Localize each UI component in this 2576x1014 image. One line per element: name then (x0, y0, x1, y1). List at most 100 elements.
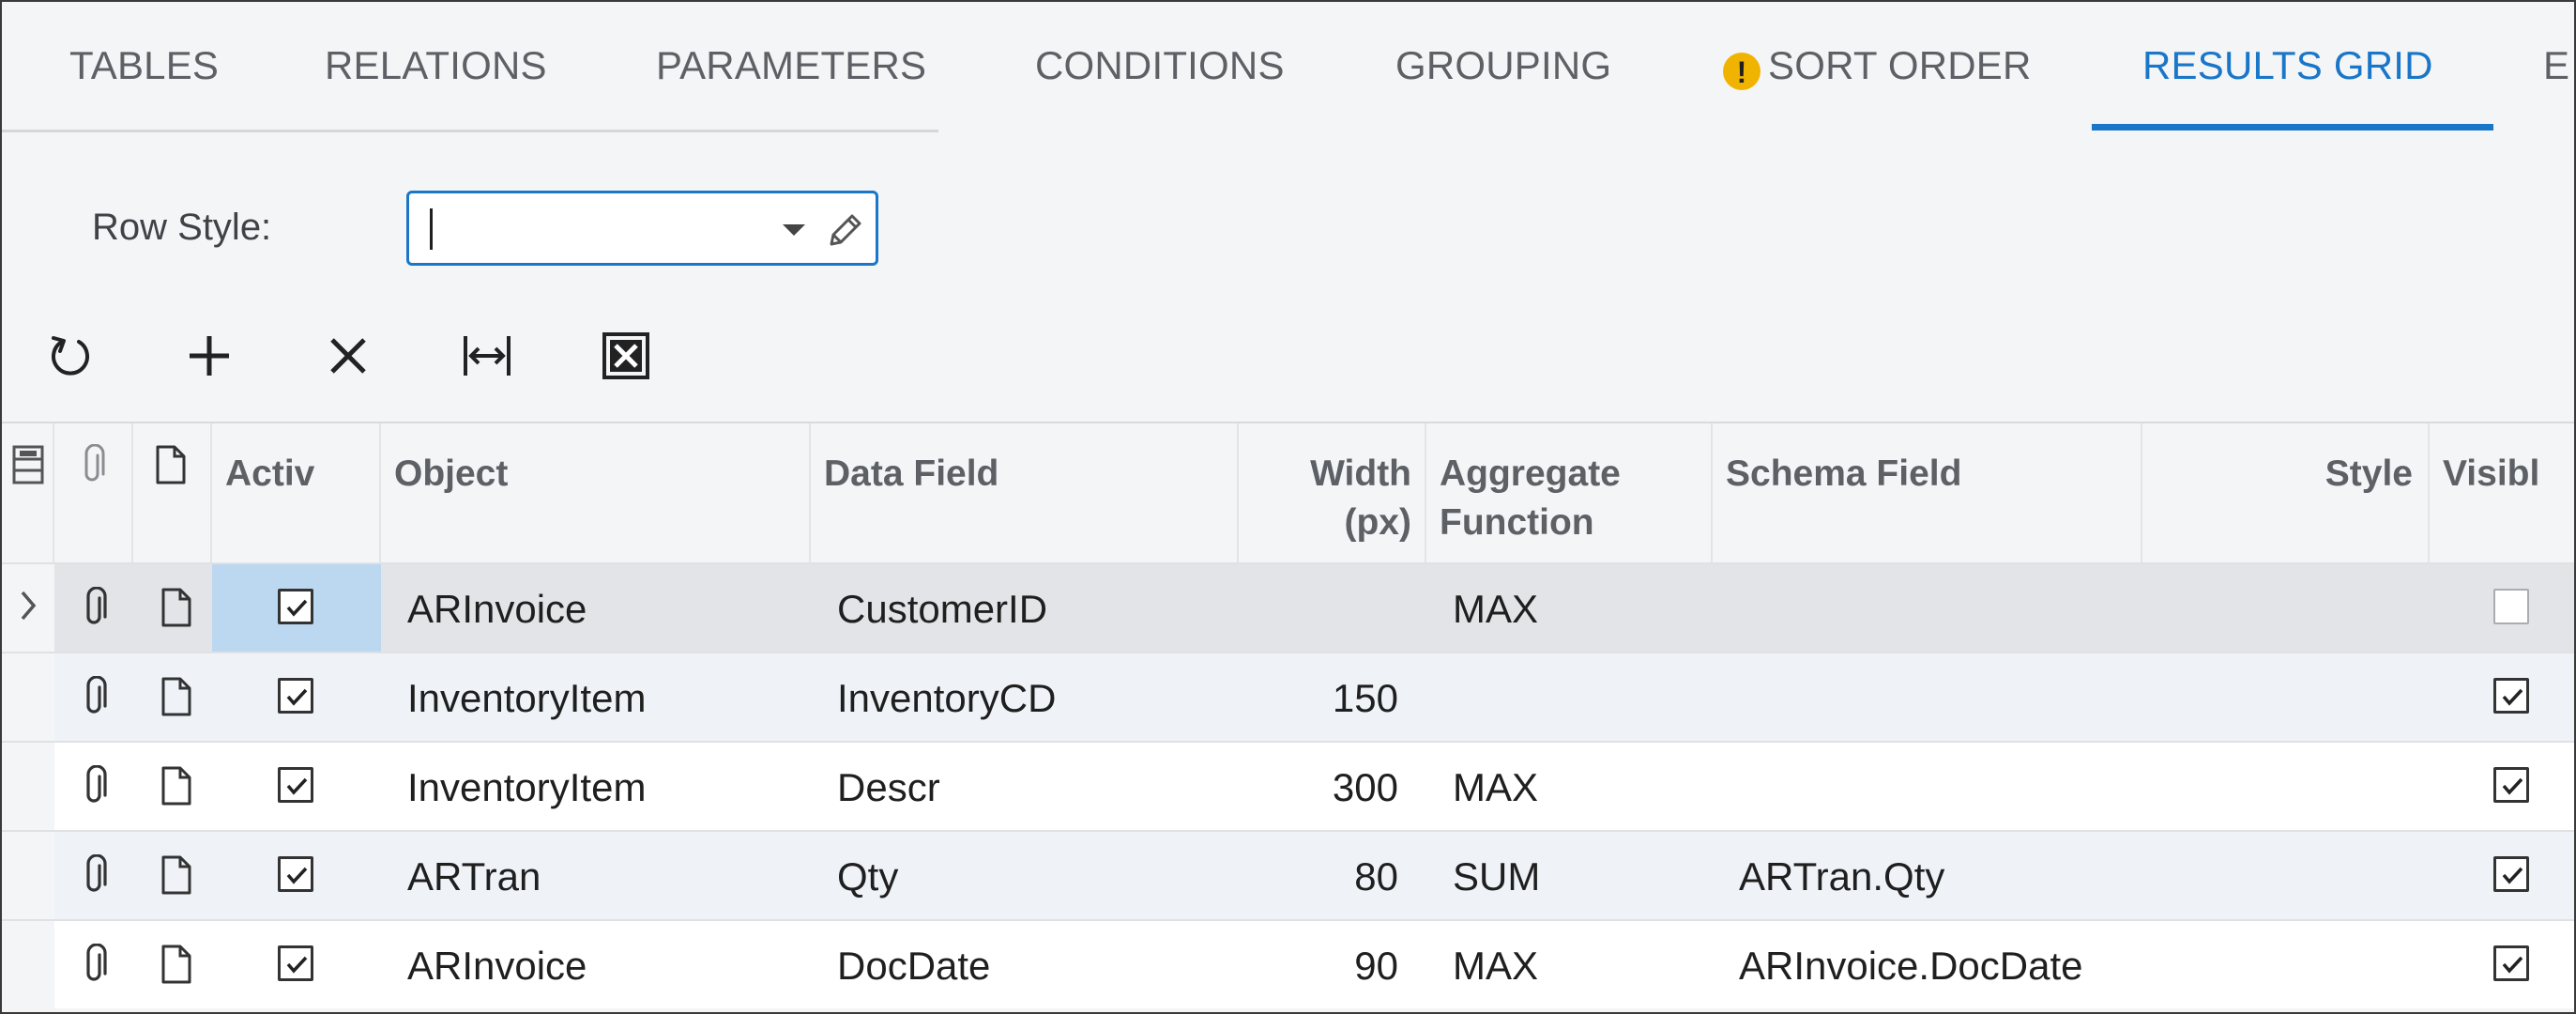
visible-checkbox[interactable] (2493, 856, 2529, 892)
width-cell[interactable]: 150 (1239, 653, 1426, 741)
header-style[interactable]: Style (2142, 423, 2430, 564)
style-cell[interactable] (2142, 921, 2430, 1008)
data-field-cell[interactable]: Qty (811, 832, 1239, 919)
data-field-cell[interactable]: DocDate (811, 921, 1239, 1008)
object-cell[interactable]: ARInvoice (381, 921, 811, 1008)
table-row[interactable]: ARInvoice CustomerID MAX (2, 562, 2574, 652)
style-cell[interactable] (2142, 743, 2430, 830)
row-style-input[interactable] (406, 191, 878, 266)
row-selector[interactable] (2, 743, 54, 830)
table-row[interactable]: InventoryItem InventoryCD 150 (2, 652, 2574, 741)
tab-parameters[interactable]: PARAMETERS (656, 43, 926, 88)
active-checkbox[interactable] (278, 678, 313, 714)
chevron-down-icon[interactable] (783, 224, 805, 236)
active-cell[interactable] (212, 921, 381, 1008)
object-cell[interactable]: ARInvoice (381, 564, 811, 652)
tab-relations[interactable]: RELATIONS (325, 43, 547, 88)
row-selector[interactable] (2, 564, 54, 652)
attachment-cell[interactable] (54, 564, 133, 652)
note-icon (160, 587, 193, 633)
column-chooser-icon[interactable] (11, 444, 45, 485)
schema-field-cell[interactable] (1713, 653, 2142, 741)
header-width-unit: (px) (1344, 502, 1412, 543)
schema-field-cell[interactable] (1713, 564, 2142, 652)
width-cell[interactable]: 80 (1239, 832, 1426, 919)
data-field-value: Qty (837, 854, 899, 899)
tab-grouping[interactable]: GROUPING (1395, 43, 1611, 88)
visible-checkbox[interactable] (2493, 767, 2529, 803)
attachment-cell[interactable] (54, 653, 133, 741)
active-checkbox[interactable] (278, 589, 313, 624)
tab-more-truncated[interactable]: E (2543, 43, 2569, 88)
header-visible[interactable]: Visibl (2430, 423, 2574, 564)
schema-field-cell[interactable]: ARInvoice.DocDate (1713, 921, 2142, 1008)
width-cell[interactable]: 90 (1239, 921, 1426, 1008)
note-cell[interactable] (133, 921, 212, 1008)
style-cell[interactable] (2142, 832, 2430, 919)
row-selector[interactable] (2, 921, 54, 1008)
visible-checkbox[interactable] (2493, 678, 2529, 714)
style-cell[interactable] (2142, 653, 2430, 741)
fit-width-icon[interactable] (460, 329, 514, 383)
object-value: ARInvoice (407, 587, 587, 631)
active-cell[interactable] (212, 743, 381, 830)
header-width[interactable]: Width (px) (1239, 423, 1426, 564)
aggregate-cell[interactable]: MAX (1426, 743, 1713, 830)
refresh-icon[interactable] (43, 329, 98, 383)
aggregate-cell[interactable]: MAX (1426, 564, 1713, 652)
schema-field-cell[interactable]: ARTran.Qty (1713, 832, 2142, 919)
header-schema-field[interactable]: Schema Field (1713, 423, 2142, 564)
tab-results-grid[interactable]: RESULTS GRID (2142, 43, 2433, 88)
header-data-field[interactable]: Data Field (811, 423, 1239, 564)
aggregate-cell[interactable]: MAX (1426, 921, 1713, 1008)
data-field-cell[interactable]: CustomerID (811, 564, 1239, 652)
add-icon[interactable] (182, 329, 236, 383)
visible-cell[interactable] (2430, 653, 2574, 741)
header-aggregate[interactable]: Aggregate Function (1426, 423, 1713, 564)
excel-export-icon[interactable] (599, 329, 653, 383)
attachment-cell[interactable] (54, 832, 133, 919)
attachment-cell[interactable] (54, 743, 133, 830)
header-object[interactable]: Object (381, 423, 811, 564)
data-field-cell[interactable]: InventoryCD (811, 653, 1239, 741)
visible-cell[interactable] (2430, 832, 2574, 919)
table-row[interactable]: ARInvoice DocDate 90 MAX ARInvoice.DocDate (2, 919, 2574, 1008)
visible-checkbox[interactable] (2493, 945, 2529, 981)
delete-icon[interactable] (321, 329, 375, 383)
active-checkbox[interactable] (278, 767, 313, 803)
width-cell[interactable]: 300 (1239, 743, 1426, 830)
note-cell[interactable] (133, 653, 212, 741)
note-cell[interactable] (133, 832, 212, 919)
aggregate-cell[interactable] (1426, 653, 1713, 741)
object-cell[interactable]: InventoryItem (381, 743, 811, 830)
active-cell[interactable] (212, 832, 381, 919)
header-active[interactable]: Activ (212, 423, 381, 564)
aggregate-cell[interactable]: SUM (1426, 832, 1713, 919)
tab-tables[interactable]: TABLES (69, 43, 219, 88)
schema-field-cell[interactable] (1713, 743, 2142, 830)
table-row[interactable]: ARTran Qty 80 SUM ARTran.Qty (2, 830, 2574, 919)
visible-cell[interactable] (2430, 564, 2574, 652)
active-cell[interactable] (212, 653, 381, 741)
active-cell[interactable] (212, 564, 381, 652)
style-cell[interactable] (2142, 564, 2430, 652)
note-cell[interactable] (133, 743, 212, 830)
data-field-cell[interactable]: Descr (811, 743, 1239, 830)
row-selector[interactable] (2, 832, 54, 919)
attachment-cell[interactable] (54, 921, 133, 1008)
object-cell[interactable]: InventoryItem (381, 653, 811, 741)
visible-checkbox[interactable] (2493, 589, 2529, 624)
tab-sort-order[interactable]: SORT ORDER (1768, 43, 2032, 88)
tab-conditions[interactable]: CONDITIONS (1035, 43, 1285, 88)
row-style-label: Row Style: (92, 207, 272, 248)
note-cell[interactable] (133, 564, 212, 652)
row-selector[interactable] (2, 653, 54, 741)
width-cell[interactable] (1239, 564, 1426, 652)
active-checkbox[interactable] (278, 856, 313, 892)
table-row[interactable]: InventoryItem Descr 300 MAX (2, 741, 2574, 830)
active-checkbox[interactable] (278, 945, 313, 981)
visible-cell[interactable] (2430, 921, 2574, 1008)
visible-cell[interactable] (2430, 743, 2574, 830)
object-cell[interactable]: ARTran (381, 832, 811, 919)
pencil-icon[interactable] (822, 208, 867, 254)
